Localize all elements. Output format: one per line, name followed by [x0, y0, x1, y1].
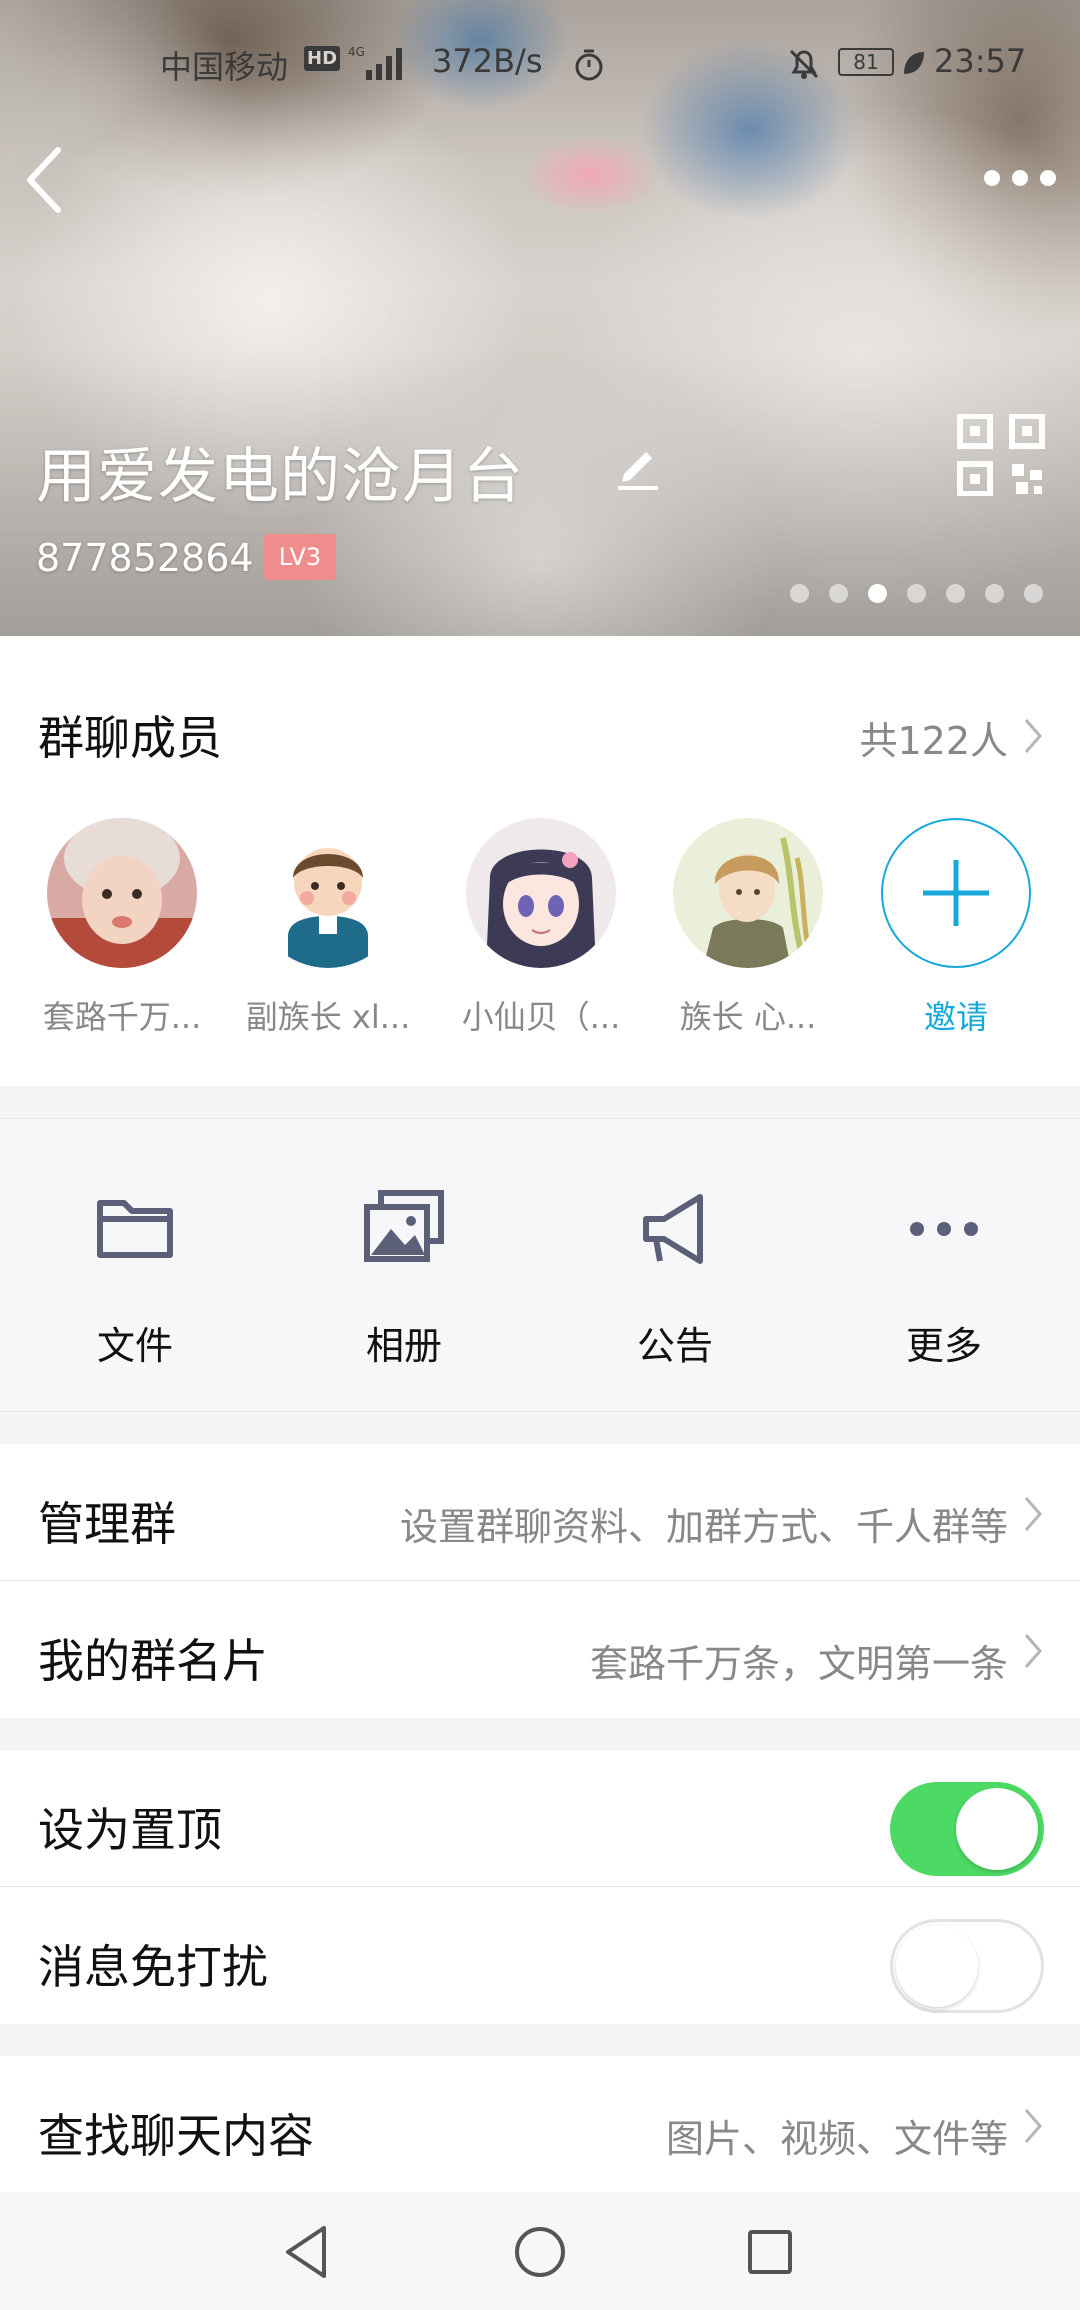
anime-boy-avatar-image [673, 818, 823, 968]
hd-badge: HD [304, 46, 341, 71]
toggle-knob [956, 1788, 1038, 1870]
chevron-right-icon [1024, 1497, 1042, 1531]
member-avatar[interactable] [47, 818, 197, 968]
page-dot [907, 584, 926, 603]
manage-group-value: 设置群聊资料、加群方式、千人群等 [399, 1505, 1008, 1549]
invite-member-button[interactable]: 邀请 [866, 818, 1046, 1038]
member-name: 族长 心... [679, 998, 817, 1036]
photo-album-icon [364, 1190, 444, 1262]
album-button[interactable]: 相册 [304, 1189, 504, 1370]
page-dot-active [868, 584, 887, 603]
carrier-name: 中国移动 [160, 48, 289, 86]
search-chat-value: 图片、视频、文件等 [665, 2117, 1008, 2161]
quick-actions-grid: 文件 相册 公告 更多 [0, 1118, 1080, 1412]
chevron-right-icon [1024, 1634, 1042, 1668]
member-item[interactable]: 副族长 xl... [238, 818, 418, 1038]
more-dots-icon [910, 1222, 978, 1236]
files-button[interactable]: 文件 [35, 1189, 235, 1370]
page-dot [985, 584, 1004, 603]
leaf-icon [904, 52, 924, 74]
network-speed: 372B/s [432, 42, 543, 80]
more-actions-label: 更多 [905, 1324, 982, 1368]
do-not-disturb-label: 消息免打扰 [38, 1940, 268, 1994]
search-chat-row[interactable]: 查找聊天内容 图片、视频、文件等 [0, 2056, 1080, 2193]
level-badge: LV3 [264, 534, 336, 580]
announcement-button[interactable]: 公告 [575, 1189, 775, 1370]
nav-home-icon[interactable] [508, 2220, 572, 2284]
files-label: 文件 [96, 1324, 173, 1368]
member-avatar[interactable] [466, 818, 616, 968]
member-name: 小仙贝（... [461, 998, 621, 1036]
folder-icon [97, 1200, 173, 1258]
battery-icon: 81 [838, 48, 894, 76]
page-dot [829, 584, 848, 603]
plus-icon [923, 860, 989, 926]
megaphone-icon [643, 1194, 703, 1264]
svg-text:4G: 4G [348, 45, 365, 59]
more-options-icon[interactable] [980, 158, 1060, 198]
qr-code-icon[interactable] [956, 414, 1046, 496]
do-not-disturb-row: 消息免打扰 [0, 1887, 1080, 2024]
cartoon-boy-avatar-image [253, 818, 403, 968]
back-arrow-icon[interactable] [18, 140, 78, 220]
group-members-section: 群聊成员 共122人 套路千万... 副族长 xl... 小仙贝（... 族长 … [0, 636, 1080, 1086]
anime-girl-avatar-image [466, 818, 616, 968]
group-id: 877852864 [36, 536, 254, 580]
pin-to-top-row: 设为置顶 [0, 1750, 1080, 1887]
my-group-card-value: 套路千万条，文明第一条 [589, 1642, 1008, 1686]
pin-to-top-label: 设为置顶 [38, 1803, 222, 1857]
member-avatar[interactable] [673, 818, 823, 968]
member-item[interactable]: 套路千万... [32, 818, 212, 1038]
status-bar: 中国移动 HD 4G 372B/s 81 23:57 [0, 36, 1080, 90]
more-actions-button[interactable]: 更多 [844, 1189, 1044, 1370]
bell-off-icon [789, 49, 819, 79]
my-group-card-label: 我的群名片 [38, 1634, 268, 1688]
page-dot [1024, 584, 1043, 603]
announcement-label: 公告 [636, 1324, 713, 1368]
member-avatar[interactable] [253, 818, 403, 968]
banner-page-indicator [790, 584, 1043, 604]
search-chat-label: 查找聊天内容 [38, 2109, 314, 2163]
invite-label: 邀请 [923, 998, 988, 1036]
do-not-disturb-toggle[interactable] [890, 1919, 1044, 2013]
nav-recents-icon[interactable] [738, 2220, 802, 2284]
signal-icon: 4G [348, 45, 402, 80]
member-item[interactable]: 小仙贝（... [451, 818, 631, 1038]
system-navigation-bar [0, 2192, 1080, 2310]
nav-back-icon[interactable] [276, 2220, 340, 2284]
album-label: 相册 [365, 1324, 442, 1368]
manage-group-label: 管理群 [38, 1497, 176, 1551]
my-group-card-row[interactable]: 我的群名片 套路千万条，文明第一条 [0, 1581, 1080, 1718]
pin-to-top-toggle[interactable] [890, 1782, 1044, 1876]
toggle-knob [896, 1925, 978, 2007]
clock-time: 23:57 [934, 42, 1027, 80]
page-dot [946, 584, 965, 603]
members-title: 群聊成员 [38, 711, 222, 765]
member-count[interactable]: 共122人 [859, 710, 1008, 765]
member-name: 副族长 xl... [245, 998, 411, 1036]
page-dot [790, 584, 809, 603]
baby-avatar-image [47, 818, 197, 968]
member-name: 套路千万... [42, 998, 202, 1036]
chevron-right-icon [1024, 2109, 1042, 2143]
invite-circle[interactable] [881, 818, 1031, 968]
member-item[interactable]: 族长 心... [658, 818, 838, 1038]
stopwatch-icon [575, 49, 603, 81]
chevron-right-icon[interactable] [1022, 716, 1044, 756]
edit-pencil-icon[interactable] [614, 440, 662, 492]
group-name: 用爱发电的沧月台 [36, 442, 524, 512]
manage-group-row[interactable]: 管理群 设置群聊资料、加群方式、千人群等 [0, 1444, 1080, 1581]
